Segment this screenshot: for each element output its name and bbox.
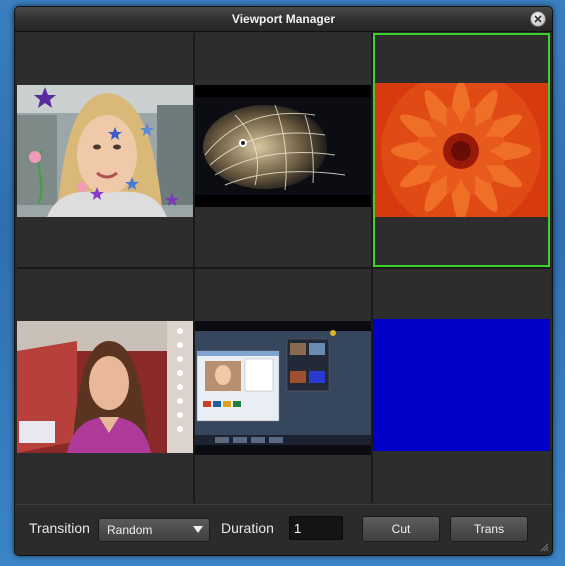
viewport-thumbnail-webcam [17, 85, 193, 217]
viewport-thumbnail-red-flower [375, 83, 548, 217]
viewport-cell-4[interactable] [17, 269, 193, 503]
viewport-cell-1[interactable] [17, 33, 193, 267]
transition-dropdown[interactable]: Random [98, 518, 210, 542]
viewport-thumbnail-desktop [195, 321, 371, 455]
viewport-cell-2[interactable] [195, 33, 371, 267]
viewport-thumbnail-solid-blue [373, 319, 550, 451]
controls-bar: Transition Random Duration Cut Trans [15, 504, 552, 555]
viewport-grid [17, 33, 550, 503]
title-bar[interactable]: Viewport Manager [15, 7, 552, 32]
viewport-thumbnail-fractal-leopard [195, 85, 371, 207]
transition-dropdown-value: Random [107, 523, 153, 537]
viewport-thumbnail-news-anchor [17, 321, 193, 453]
transition-label: Transition [29, 520, 90, 536]
viewport-manager-window: Viewport Manager Transition Random Durat… [14, 6, 553, 556]
viewport-cell-3[interactable] [373, 33, 550, 267]
viewport-cell-6[interactable] [373, 269, 550, 503]
chevron-down-icon [193, 526, 203, 533]
cut-button[interactable]: Cut [362, 516, 440, 542]
trans-button[interactable]: Trans [450, 516, 528, 542]
close-icon [534, 15, 542, 23]
viewport-cell-5[interactable] [195, 269, 371, 503]
window-title: Viewport Manager [231, 12, 336, 26]
resize-grip-icon[interactable] [539, 542, 549, 552]
close-button[interactable] [530, 11, 546, 27]
duration-input[interactable] [289, 516, 343, 540]
duration-label: Duration [221, 520, 274, 536]
